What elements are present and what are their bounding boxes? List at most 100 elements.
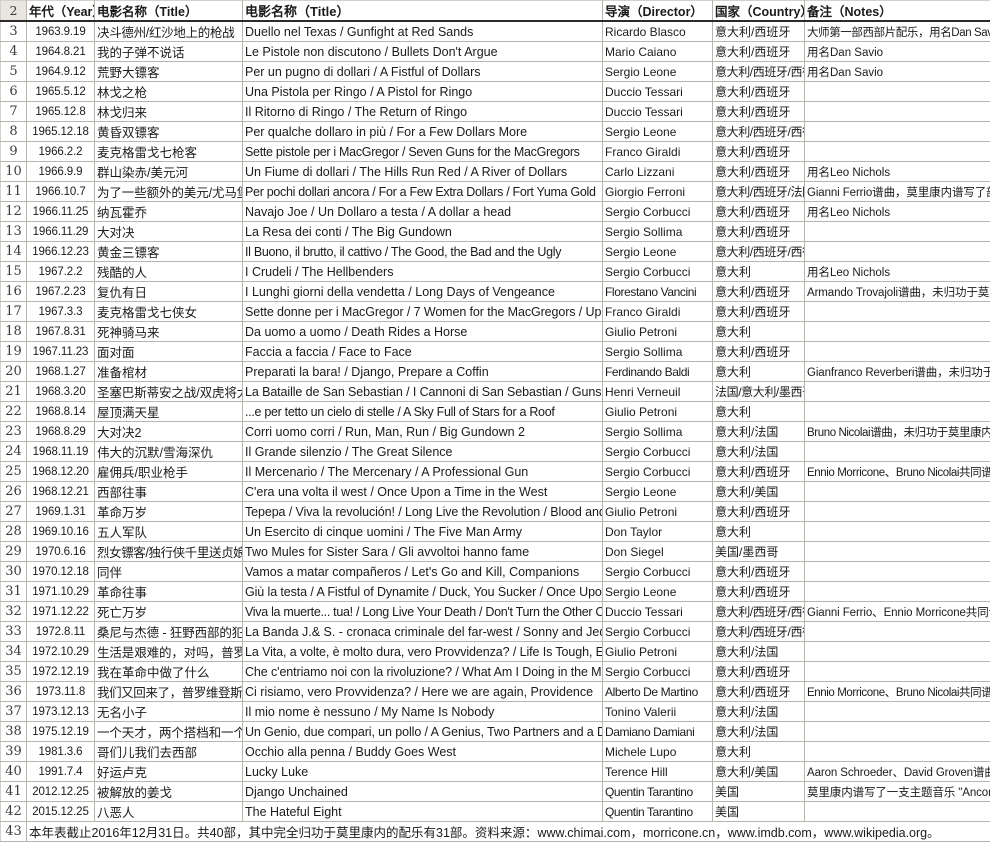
table-row[interactable]: 141966.12.23黄金三镖客Il Buono, il brutto, il… <box>1 242 990 262</box>
row-header-number[interactable]: 13 <box>1 222 27 242</box>
cell-notes[interactable]: 用名Leo Nichols <box>805 262 990 282</box>
cell-title-original[interactable]: Sette donne per i MacGregor / 7 Women fo… <box>243 302 603 322</box>
row-header-number[interactable]: 18 <box>1 322 27 342</box>
cell-country[interactable]: 意大利/西班牙 <box>713 462 805 482</box>
cell-country[interactable]: 美国 <box>713 782 805 802</box>
cell-year[interactable]: 1970.6.16 <box>27 542 95 562</box>
cell-year[interactable]: 1966.11.29 <box>27 222 95 242</box>
cell-title-original[interactable]: Lucky Luke <box>243 762 603 782</box>
row-header-number[interactable]: 20 <box>1 362 27 382</box>
table-row[interactable]: 191967.11.23面对面Faccia a faccia / Face to… <box>1 342 990 362</box>
cell-title-original[interactable]: Il Buono, il brutto, il cattivo / The Go… <box>243 242 603 262</box>
cell-title-cn[interactable]: 桑尼与杰德 - 狂野西部的犯罪记录 <box>95 622 243 642</box>
cell-director[interactable]: Quentin Tarantino <box>603 782 713 802</box>
table-row[interactable]: 311971.10.29革命往事Giù la testa / A Fistful… <box>1 582 990 602</box>
cell-year[interactable]: 1966.10.7 <box>27 182 95 202</box>
cell-year[interactable]: 1964.9.12 <box>27 62 95 82</box>
table-row[interactable]: 61965.5.12林戈之枪Una Pistola per Ringo / A … <box>1 82 990 102</box>
cell-notes[interactable]: Gianni Ferrio、Ennio Morricone共同谱曲，比较有争议 <box>805 602 990 622</box>
cell-year[interactable]: 1965.12.8 <box>27 102 95 122</box>
cell-title-cn[interactable]: 大对决 <box>95 222 243 242</box>
cell-title-original[interactable]: La Banda J.& S. - cronaca criminale del … <box>243 622 603 642</box>
cell-director[interactable]: Sergio Leone <box>603 242 713 262</box>
table-row[interactable]: 371973.12.13无名小子Il mio nome è nessuno / … <box>1 702 990 722</box>
table-row[interactable]: 81965.12.18黄昏双镖客Per qualche dollaro in p… <box>1 122 990 142</box>
cell-notes[interactable] <box>805 722 990 742</box>
table-row[interactable]: 381975.12.19一个天才，两个搭档和一个傻子Un Genio, due … <box>1 722 990 742</box>
cell-notes[interactable] <box>805 242 990 262</box>
cell-title-original[interactable]: La Bataille de San Sebastian / I Cannoni… <box>243 382 603 402</box>
spreadsheet-grid[interactable]: 2 年代（Year） 电影名称（Title） 电影名称（Title） 导演（Di… <box>0 0 990 670</box>
row-header-number[interactable]: 38 <box>1 722 27 742</box>
cell-director[interactable]: Sergio Corbucci <box>603 562 713 582</box>
row-header-number[interactable]: 6 <box>1 82 27 102</box>
cell-title-original[interactable]: Navajo Joe / Un Dollaro a testa / A doll… <box>243 202 603 222</box>
cell-director[interactable]: Sergio Leone <box>603 122 713 142</box>
row-header-number[interactable]: 42 <box>1 802 27 822</box>
cell-title-original[interactable]: Per un pugno di dollari / A Fistful of D… <box>243 62 603 82</box>
cell-title-original[interactable]: Il Mercenario / The Mercenary / A Profes… <box>243 462 603 482</box>
cell-title-cn[interactable]: 面对面 <box>95 342 243 362</box>
cell-year[interactable]: 1968.8.29 <box>27 422 95 442</box>
cell-year[interactable]: 1972.10.29 <box>27 642 95 662</box>
cell-country[interactable]: 美国/墨西哥 <box>713 542 805 562</box>
cell-notes[interactable]: Gianni Ferrio谱曲，莫里康内谱写了部分主题音乐 <box>805 182 990 202</box>
cell-notes[interactable] <box>805 622 990 642</box>
cell-title-cn[interactable]: 为了一些额外的美元/尤马堡金币 <box>95 182 243 202</box>
table-row[interactable]: 91966.2.2麦克格雷戈七枪客Sette pistole per i Mac… <box>1 142 990 162</box>
row-header-number[interactable]: 34 <box>1 642 27 662</box>
cell-director[interactable]: Mario Caiano <box>603 42 713 62</box>
cell-country[interactable]: 意大利/西班牙/西德 <box>713 62 805 82</box>
footer-row[interactable]: 43本年表截止2016年12月31日。共40部，其中完全归功于莫里康内的配乐有3… <box>1 822 990 842</box>
cell-title-cn[interactable]: 圣塞巴斯蒂安之战/双虎将大追踪 <box>95 382 243 402</box>
cell-year[interactable]: 1968.12.21 <box>27 482 95 502</box>
cell-director[interactable]: Michele Lupo <box>603 742 713 762</box>
table-row[interactable]: 331972.8.11桑尼与杰德 - 狂野西部的犯罪记录La Banda J.&… <box>1 622 990 642</box>
cell-notes[interactable]: Armando Trovajoli谱曲，未归功于莫里康内 <box>805 282 990 302</box>
table-row[interactable]: 241968.11.19伟大的沉默/雪海深仇Il Grande silenzio… <box>1 442 990 462</box>
cell-director[interactable]: Henri Verneuil <box>603 382 713 402</box>
row-header-number[interactable]: 8 <box>1 122 27 142</box>
cell-notes[interactable] <box>805 442 990 462</box>
cell-title-cn[interactable]: 残酷的人 <box>95 262 243 282</box>
cell-country[interactable]: 意大利/西班牙 <box>713 202 805 222</box>
cell-title-original[interactable]: La Vita, a volte, è molto dura, vero Pro… <box>243 642 603 662</box>
cell-title-cn[interactable]: 林戈之枪 <box>95 82 243 102</box>
cell-country[interactable]: 意大利/西班牙/西德 <box>713 622 805 642</box>
cell-title-original[interactable]: Occhio alla penna / Buddy Goes West <box>243 742 603 762</box>
cell-director[interactable]: Giulio Petroni <box>603 502 713 522</box>
cell-country[interactable]: 意大利/西班牙 <box>713 582 805 602</box>
cell-title-cn[interactable]: 大对决2 <box>95 422 243 442</box>
cell-year[interactable]: 1972.12.19 <box>27 662 95 682</box>
table-row[interactable]: 41964.8.21我的子弹不说话Le Pistole non discuton… <box>1 42 990 62</box>
cell-title-original[interactable]: Un Fiume di dollari / The Hills Run Red … <box>243 162 603 182</box>
row-header-number[interactable]: 3 <box>1 21 27 42</box>
row-header-number[interactable]: 31 <box>1 582 27 602</box>
row-header-number[interactable]: 10 <box>1 162 27 182</box>
row-header-number[interactable]: 28 <box>1 522 27 542</box>
cell-year[interactable]: 1971.12.22 <box>27 602 95 622</box>
row-header-number[interactable]: 22 <box>1 402 27 422</box>
cell-notes[interactable] <box>805 142 990 162</box>
cell-title-original[interactable]: Duello nel Texas / Gunfight at Red Sands <box>243 21 603 42</box>
row-header-number[interactable]: 11 <box>1 182 27 202</box>
table-row[interactable]: 422015.12.25八恶人The Hateful EightQuentin … <box>1 802 990 822</box>
table-row[interactable]: 341972.10.29生活是艰难的，对吗，普罗维登斯La Vita, a vo… <box>1 642 990 662</box>
cell-country[interactable]: 意大利/西班牙 <box>713 562 805 582</box>
cell-title-cn[interactable]: 一个天才，两个搭档和一个傻子 <box>95 722 243 742</box>
cell-country[interactable]: 意大利/西班牙/西德 <box>713 122 805 142</box>
cell-year[interactable]: 1969.1.31 <box>27 502 95 522</box>
cell-year[interactable]: 1967.2.23 <box>27 282 95 302</box>
cell-notes[interactable] <box>805 382 990 402</box>
table-row[interactable]: 211968.3.20圣塞巴斯蒂安之战/双虎将大追踪La Bataille de… <box>1 382 990 402</box>
cell-notes[interactable] <box>805 482 990 502</box>
cell-title-cn[interactable]: 生活是艰难的，对吗，普罗维登斯 <box>95 642 243 662</box>
cell-country[interactable]: 意大利 <box>713 362 805 382</box>
cell-director[interactable]: Sergio Sollima <box>603 422 713 442</box>
cell-notes[interactable] <box>805 342 990 362</box>
cell-year[interactable]: 1967.2.2 <box>27 262 95 282</box>
cell-year[interactable]: 1973.12.13 <box>27 702 95 722</box>
cell-year[interactable]: 1968.1.27 <box>27 362 95 382</box>
table-row[interactable]: 131966.11.29大对决La Resa dei conti / The B… <box>1 222 990 242</box>
cell-title-cn[interactable]: 荒野大镖客 <box>95 62 243 82</box>
